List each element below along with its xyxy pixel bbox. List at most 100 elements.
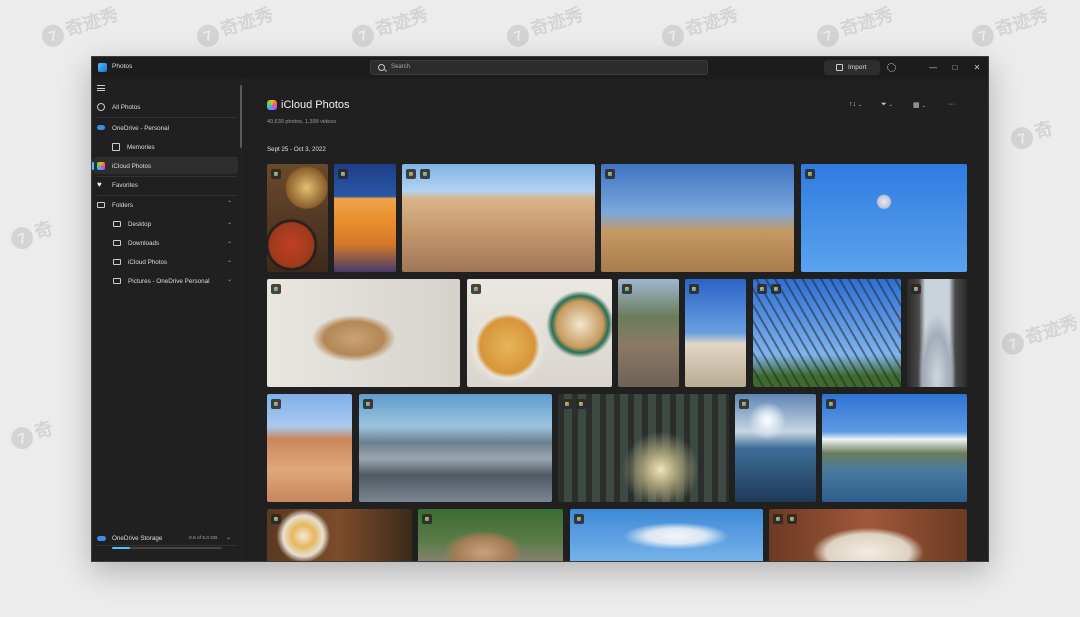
icloud-badge-icon (826, 399, 836, 409)
app-title: Photos (112, 63, 133, 70)
gear-icon[interactable] (887, 63, 896, 72)
watermark: 7奇 (7, 414, 56, 453)
chevron-up-icon[interactable]: ⌃ (227, 200, 232, 207)
watermark: 7 奇迹秀 (658, 0, 741, 50)
sidebar-item-label: Favorites (112, 181, 138, 189)
divider (97, 195, 237, 196)
photo-dog-outdoors[interactable] (418, 509, 563, 561)
filter-icon: ⏷ (881, 101, 887, 108)
sidebar-item-folders[interactable]: Folders ⌃ (92, 197, 238, 213)
photo-forest-sunbeams[interactable] (558, 394, 729, 502)
sidebar-item-label: Folders (112, 201, 133, 209)
chevron-down-icon: ⌄ (921, 103, 926, 109)
hamburger-menu-icon[interactable] (97, 85, 105, 91)
chevron-down-icon[interactable]: ⌄ (227, 257, 232, 264)
photo-orange-wall-person[interactable] (334, 164, 396, 272)
icloud-badge-icon (271, 284, 281, 294)
sidebar-item-favorites[interactable]: ♥ Favorites (92, 177, 238, 193)
memories-icon (112, 143, 120, 151)
photo-breakfast-plates[interactable] (267, 509, 412, 561)
date-group-header: Sept 25 - Oct 3, 2022 (267, 146, 326, 153)
icloud-badge-icon (805, 169, 815, 179)
photo-bikes-at-beach[interactable] (685, 279, 746, 387)
icloud-badge-icon (739, 399, 749, 409)
storage-progress-bar (112, 547, 222, 549)
import-button[interactable]: Import (824, 60, 880, 75)
photo-sky-clouds[interactable] (570, 509, 763, 561)
sort-icon: ↑↓ (849, 101, 856, 108)
sidebar-item-label: OneDrive - Personal (112, 124, 170, 132)
folder-icon (113, 259, 121, 265)
sidebar-item-pictures-onedrive[interactable]: Pictures - OneDrive Personal ⌄ (92, 273, 238, 289)
sidebar-item-label: iCloud Photos (128, 258, 168, 266)
photo-desert-rocks[interactable] (402, 164, 595, 272)
icloud-badge-icon (576, 399, 586, 409)
photo-lake-clouds[interactable] (822, 394, 967, 502)
sidebar-scrollbar[interactable] (240, 85, 242, 148)
watermark: 7奇 (7, 214, 56, 253)
chevron-down-icon[interactable]: ⌄ (227, 238, 232, 245)
sort-button[interactable]: ↑↓ ⌄ (849, 101, 862, 108)
icloud-badge-icon (771, 284, 781, 294)
watermark: 7 奇迹秀 (998, 308, 1080, 358)
icloud-badge-icon (422, 514, 432, 524)
icloud-icon (267, 100, 277, 110)
main-content: iCloud Photos 40,639 photos, 1,399 video… (243, 79, 988, 561)
icloud-badge-icon (787, 514, 797, 524)
sidebar-item-memories[interactable]: Memories (92, 139, 238, 155)
chevron-down-icon[interactable]: ⌄ (227, 219, 232, 226)
watermark: 7 奇迹秀 (38, 0, 121, 50)
minimize-button[interactable]: — (926, 61, 940, 75)
photo-eiffel-tower[interactable] (753, 279, 901, 387)
photos-icon (97, 103, 105, 111)
sidebar-item-desktop[interactable]: Desktop ⌄ (92, 216, 238, 232)
photo-louvre-pyramid[interactable] (907, 279, 967, 387)
sidebar-item-downloads[interactable]: Downloads ⌄ (92, 235, 238, 251)
live-photo-icon (773, 514, 783, 524)
icloud-badge-icon (420, 169, 430, 179)
photo-dog-on-chair[interactable] (267, 279, 460, 387)
icloud-badge-icon (271, 169, 281, 179)
photo-city-mountains[interactable] (359, 394, 552, 502)
close-button[interactable]: ✕ (970, 61, 984, 75)
chevron-down-icon: ⌄ (888, 102, 893, 108)
photo-dog-on-street[interactable] (618, 279, 679, 387)
view-icon: ▦ (913, 102, 920, 109)
photo-food-bowls[interactable] (267, 164, 328, 272)
watermark: 7 奇迹秀 (348, 0, 431, 50)
sidebar-item-all-photos[interactable]: All Photos (92, 99, 238, 115)
icloud-badge-icon (911, 284, 921, 294)
chevron-down-icon[interactable]: ⌄ (227, 276, 232, 283)
more-button[interactable]: ··· (948, 101, 955, 108)
import-label: Import (848, 64, 867, 71)
watermark: 7 奇迹秀 (503, 0, 586, 50)
filter-button[interactable]: ⏷ ⌄ (881, 101, 893, 109)
search-icon (378, 64, 385, 71)
photo-dessert-plate[interactable] (769, 509, 967, 561)
heart-icon: ♥ (97, 180, 102, 189)
icloud-icon (97, 162, 105, 170)
sidebar-item-label: Memories (127, 143, 155, 151)
sidebar-item-icloud-folder[interactable]: iCloud Photos ⌄ (92, 254, 238, 270)
folder-icon (97, 202, 105, 208)
photo-toast-and-coffee[interactable] (467, 279, 612, 387)
cloud-icon (97, 125, 105, 130)
view-button[interactable]: ▦ ⌄ (913, 101, 926, 109)
storage-label: OneDrive Storage (112, 535, 163, 542)
photo-joshua-tree[interactable] (601, 164, 794, 272)
title-bar[interactable]: Photos Search Import — □ ✕ (92, 57, 988, 79)
maximize-button[interactable]: □ (948, 61, 962, 75)
import-icon (836, 64, 843, 71)
photo-desert-canyon[interactable] (267, 394, 352, 502)
sidebar-item-onedrive[interactable]: OneDrive - Personal (92, 120, 238, 136)
search-input[interactable]: Search (370, 60, 708, 75)
sidebar-item-label: All Photos (112, 103, 141, 111)
onedrive-storage[interactable]: OneDrive Storage 0.8 of 5.0 GB ⌄ (92, 530, 238, 560)
photo-rocky-shore[interactable] (735, 394, 816, 502)
chevron-down-icon[interactable]: ⌄ (226, 534, 231, 541)
icloud-badge-icon (689, 284, 699, 294)
watermark: 7 奇迹秀 (193, 0, 276, 50)
photo-swing-ride[interactable] (801, 164, 967, 272)
sidebar-item-icloud-photos[interactable]: iCloud Photos (92, 158, 238, 174)
icloud-badge-icon (271, 399, 281, 409)
